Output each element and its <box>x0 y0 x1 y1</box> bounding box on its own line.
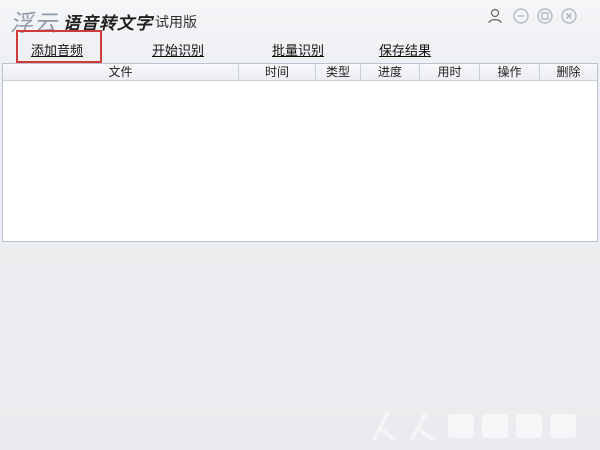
maximize-icon[interactable] <box>537 8 553 24</box>
close-icon[interactable] <box>561 8 577 24</box>
column-header-progress[interactable]: 进度 <box>361 64 420 80</box>
watermark-logo <box>372 412 576 440</box>
minimize-icon[interactable] <box>513 8 529 24</box>
table-header: 文件 时间 类型 进度 用时 操作 删除 <box>3 64 597 81</box>
column-header-delete[interactable]: 删除 <box>540 64 597 80</box>
app-window: 浮云 语音转文字 试用版 添加音频 开始识别 批量识别 保存结果 文件 时间 类… <box>0 0 600 450</box>
column-header-file[interactable]: 文件 <box>3 64 239 80</box>
table-body[interactable] <box>3 81 597 241</box>
save-result-button[interactable]: 保存结果 <box>379 40 431 59</box>
user-icon[interactable] <box>487 8 503 24</box>
column-header-type[interactable]: 类型 <box>316 64 361 80</box>
column-header-action[interactable]: 操作 <box>480 64 540 80</box>
column-header-duration[interactable]: 用时 <box>420 64 480 80</box>
edition-label: 试用版 <box>155 15 197 31</box>
highlight-box <box>16 30 102 63</box>
batch-recognition-button[interactable]: 批量识别 <box>272 40 324 59</box>
file-table: 文件 时间 类型 进度 用时 操作 删除 <box>2 63 598 242</box>
column-header-time[interactable]: 时间 <box>239 64 316 80</box>
start-recognition-button[interactable]: 开始识别 <box>152 40 204 59</box>
